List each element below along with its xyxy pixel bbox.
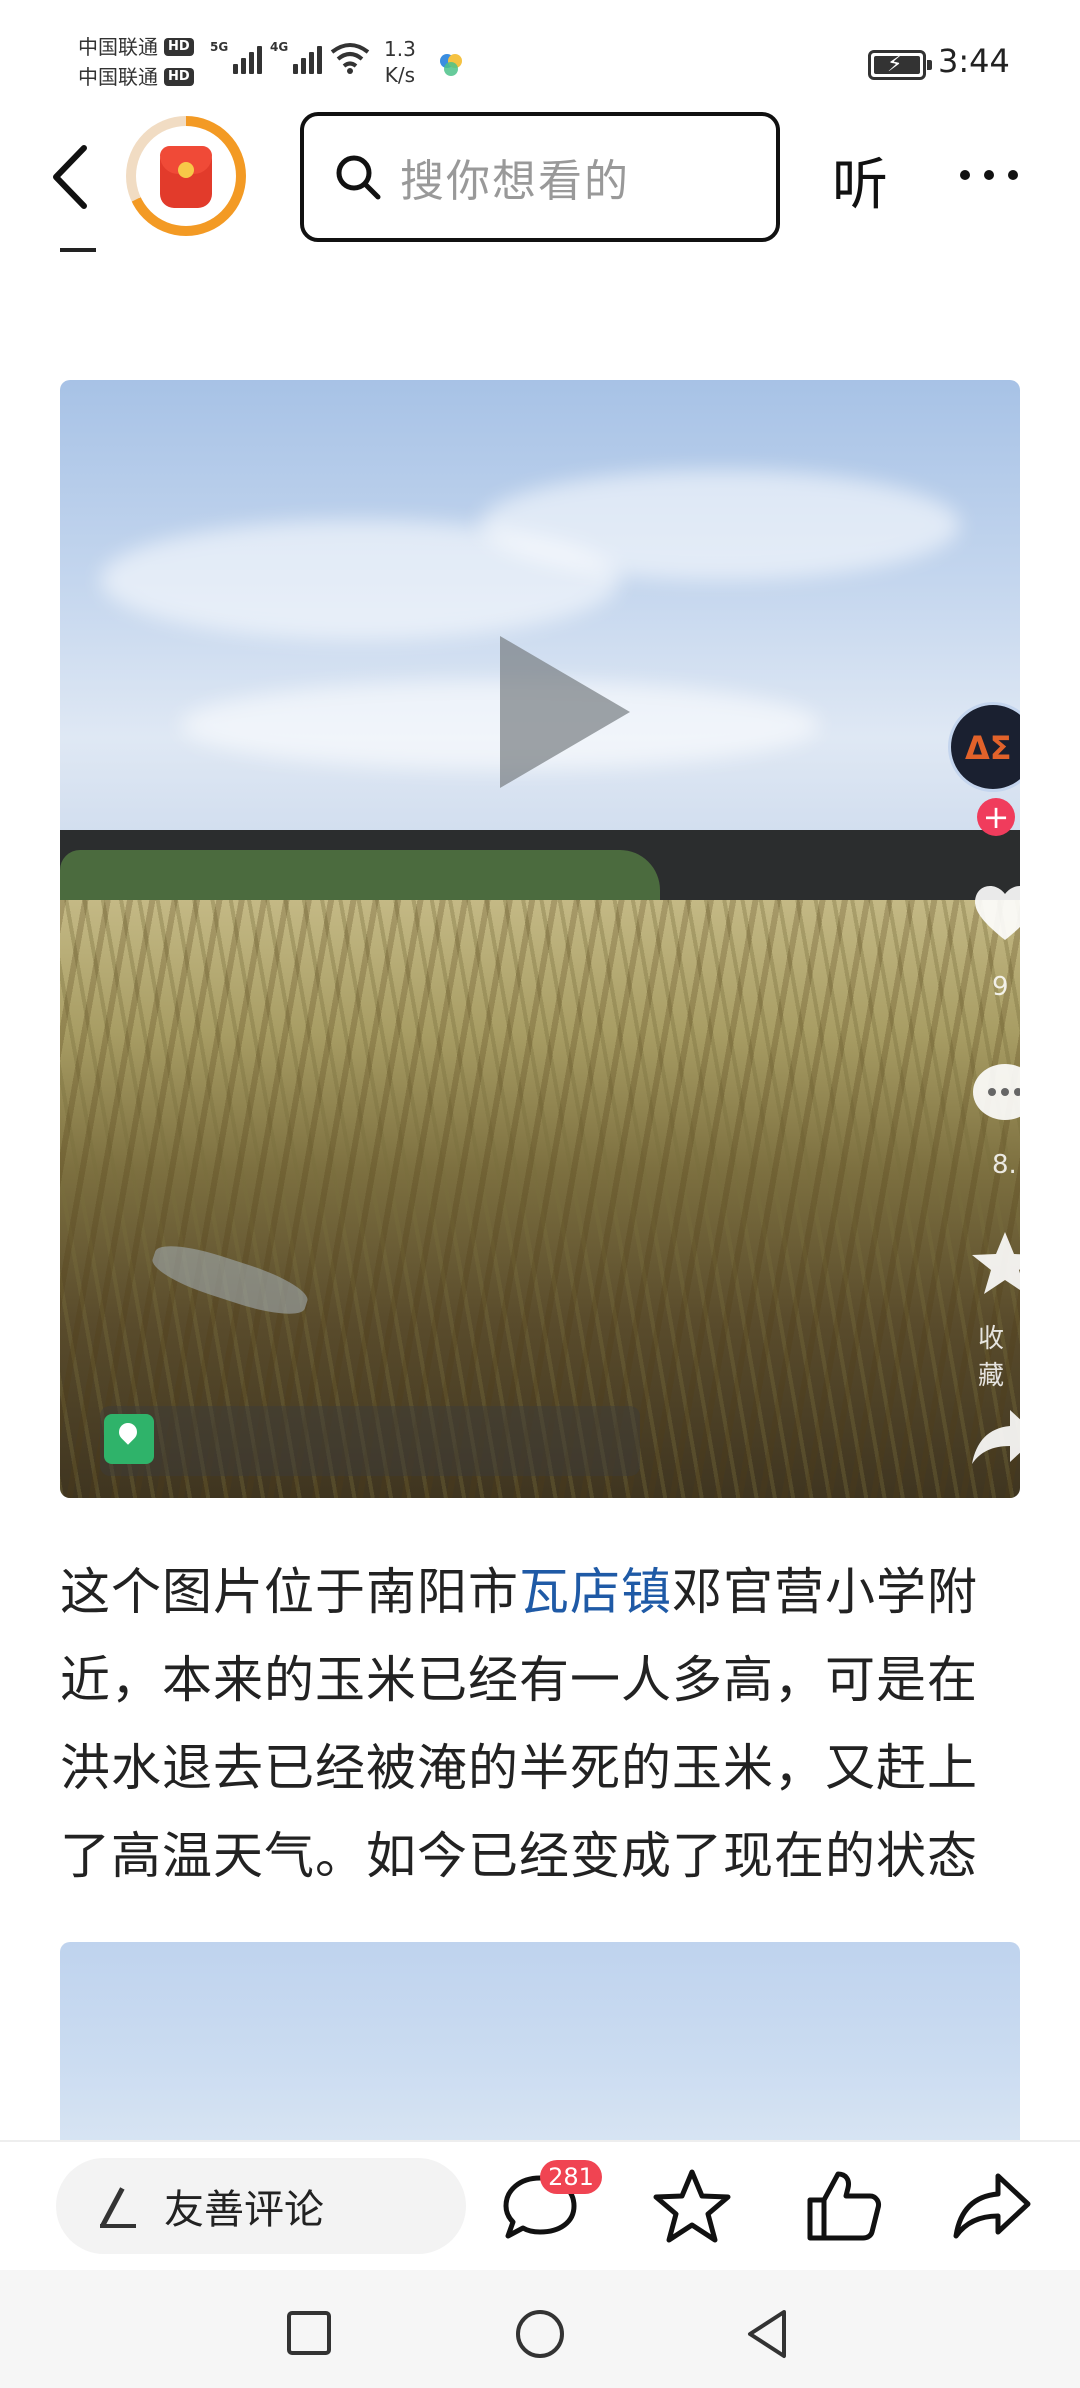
comment-prompt: 友善评论 <box>164 2187 324 2233</box>
location-tag-blurred <box>100 1406 640 1476</box>
video-thumbnail[interactable]: ΔΣ + 9 8. 收藏 <box>60 380 1020 1498</box>
home-circle-icon[interactable] <box>514 2308 566 2360</box>
signal-5g-icon: 5G <box>210 40 263 74</box>
video-comment-icon[interactable] <box>970 1060 1020 1130</box>
back-triangle-icon[interactable] <box>744 2308 790 2360</box>
video-share-icon[interactable] <box>970 1406 1020 1466</box>
search-icon <box>336 155 381 200</box>
video-comment-count: 8. <box>992 1150 1017 1180</box>
comment-input[interactable]: 友善评论 <box>56 2158 466 2254</box>
carrier-info: 中国联通 HD 中国联通 HD <box>78 32 194 92</box>
recent-apps-square-icon[interactable] <box>286 2310 332 2356</box>
wifi-icon <box>330 43 370 74</box>
red-packet-button[interactable] <box>126 116 246 236</box>
play-icon[interactable] <box>500 636 630 788</box>
pen-icon <box>96 2186 136 2228</box>
comment-count-badge: 281 <box>540 2160 602 2194</box>
net-speed: 1.3 K/s <box>384 37 416 87</box>
search-placeholder: 搜你想看的 <box>400 156 630 207</box>
more-dots-icon[interactable] <box>960 150 1060 200</box>
battery-icon: ⚡ <box>868 50 932 80</box>
cut-off-text-line <box>60 236 120 256</box>
clock: 3:44 <box>938 42 1010 80</box>
next-article-image[interactable] <box>60 1942 1020 2142</box>
system-navigation-bar <box>0 2270 1080 2388</box>
search-bar[interactable]: 搜你想看的 <box>300 112 780 242</box>
article-paragraph: 这个图片位于南阳市瓦店镇邓官营小学附近，本来的玉米已经有一人多高，可是在洪水退去… <box>60 1563 978 1885</box>
back-chevron-icon[interactable] <box>46 142 96 212</box>
app-notification-icon <box>440 54 462 76</box>
creator-avatar[interactable]: ΔΣ <box>948 702 1020 792</box>
carrier-2-name: 中国联通 <box>78 65 158 89</box>
place-link[interactable]: 瓦店镇 <box>519 1563 672 1621</box>
like-thumb-icon[interactable] <box>802 2166 882 2246</box>
favorite-star-icon[interactable] <box>652 2166 732 2246</box>
video-favorite-label: 收藏 <box>978 1324 1005 1391</box>
video-like-heart-icon[interactable] <box>970 880 1020 944</box>
hd-badge: HD <box>164 38 194 56</box>
share-icon[interactable] <box>952 2166 1032 2246</box>
location-pin-icon <box>104 1414 154 1464</box>
hd-badge: HD <box>164 68 194 86</box>
listen-button[interactable]: 听 <box>832 140 888 221</box>
signal-4g-icon: 4G <box>270 40 323 74</box>
carrier-1-name: 中国联通 <box>78 35 158 59</box>
red-packet-icon <box>160 146 212 208</box>
follow-plus-icon[interactable]: + <box>977 798 1015 836</box>
video-like-count: 9 <box>992 972 1009 1002</box>
top-navigation: 搜你想看的 听 <box>0 110 1080 242</box>
status-bar: 中国联通 HD 中国联通 HD 5G 4G 1.3 K/s ⚡ 3:44 <box>0 0 1080 110</box>
bottom-action-bar: 友善评论 281 <box>0 2140 1080 2270</box>
video-favorite-star-icon[interactable] <box>970 1230 1020 1296</box>
